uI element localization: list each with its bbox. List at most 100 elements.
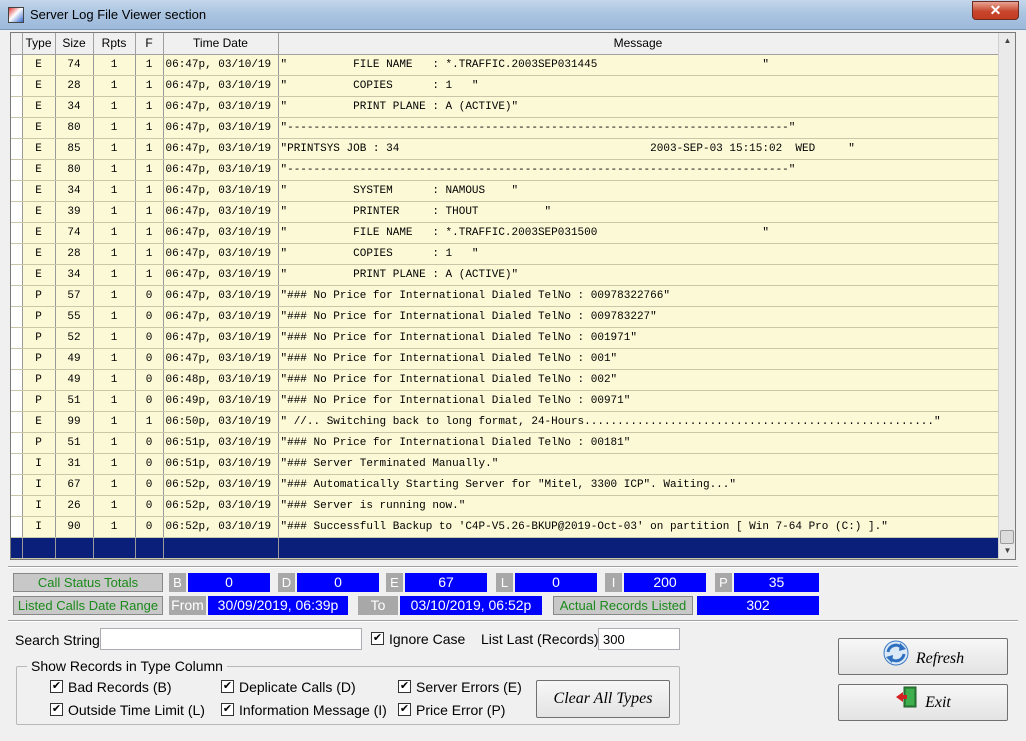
row-selector[interactable]: [11, 306, 23, 328]
col-header-f[interactable]: F: [135, 33, 164, 55]
row-selector[interactable]: [11, 327, 23, 349]
row-rpts: 1: [93, 306, 136, 328]
exit-button[interactable]: Exit: [838, 684, 1008, 721]
table-row[interactable]: E 80 1 1 06:47p, 03/10/19 "------------------…: [11, 117, 999, 139]
scrollbar-thumb[interactable]: [1000, 530, 1014, 544]
row-selector[interactable]: [11, 159, 23, 181]
col-header-message[interactable]: Message: [278, 33, 999, 55]
selected-empty-row[interactable]: [11, 537, 999, 559]
table-row[interactable]: P 49 1 0 06:47p, 03/10/19 "### No Price for I…: [11, 348, 999, 370]
ignore-case-checkbox[interactable]: ✔: [371, 632, 384, 645]
row-rpts: 1: [93, 285, 136, 307]
total-value-b: 0: [188, 573, 270, 592]
row-selector[interactable]: [11, 285, 23, 307]
row-type: E: [22, 117, 56, 139]
scroll-down-icon[interactable]: ▼: [1001, 544, 1014, 558]
table-row[interactable]: E 34 1 1 06:47p, 03/10/19 " SYSTEM : NAMOUS ": [11, 180, 999, 202]
row-selector[interactable]: [11, 390, 23, 412]
table-row[interactable]: I 31 1 0 06:51p, 03/10/19 "### Server Termina…: [11, 453, 999, 475]
row-f: 1: [135, 243, 164, 265]
date-range-label: Listed Calls Date Range: [13, 596, 163, 615]
row-type: E: [22, 264, 56, 286]
row-selector[interactable]: [11, 180, 23, 202]
table-row[interactable]: E 34 1 1 06:47p, 03/10/19 " PRINT PLANE : A (…: [11, 96, 999, 118]
clear-all-types-button[interactable]: Clear All Types: [536, 680, 670, 718]
total-key-p: P: [715, 573, 732, 592]
outside-time-limit-label: Outside Time Limit (L): [68, 702, 205, 718]
row-message: "### No Price for International Dialed T…: [278, 327, 999, 349]
list-last-input[interactable]: [598, 628, 680, 650]
clear-all-types-label: Clear All Types: [553, 690, 653, 707]
server-errors-checkbox[interactable]: ✔: [398, 680, 411, 693]
window-title: Server Log File Viewer section: [30, 7, 207, 22]
scroll-up-icon[interactable]: ▲: [1001, 34, 1014, 48]
price-error-checkbox[interactable]: ✔: [398, 703, 411, 716]
row-selector[interactable]: [11, 495, 23, 517]
table-row[interactable]: E 74 1 1 06:47p, 03/10/19 " FILE NAME : *.TRA…: [11, 222, 999, 244]
search-input[interactable]: [100, 628, 362, 650]
row-f: 1: [135, 201, 164, 223]
row-time-date: 06:48p, 03/10/19: [163, 369, 279, 391]
table-row[interactable]: P 51 1 0 06:51p, 03/10/19 "### No Price for I…: [11, 432, 999, 454]
row-message: "---------------------------------------…: [278, 159, 999, 181]
row-selector[interactable]: [11, 348, 23, 370]
row-selector[interactable]: [11, 75, 23, 97]
vertical-scrollbar[interactable]: ▲ ▼: [998, 33, 1015, 559]
row-time-date: 06:47p, 03/10/19: [163, 159, 279, 181]
col-header-size[interactable]: Size: [55, 33, 94, 55]
table-row[interactable]: P 52 1 0 06:47p, 03/10/19 "### No Price for I…: [11, 327, 999, 349]
table-row[interactable]: P 55 1 0 06:47p, 03/10/19 "### No Price for I…: [11, 306, 999, 328]
row-message: "### Automatically Starting Server for "…: [278, 474, 999, 496]
col-header-time-date[interactable]: Time Date: [163, 33, 279, 55]
table-row[interactable]: P 51 1 0 06:49p, 03/10/19 "### No Price for I…: [11, 390, 999, 412]
outside-time-limit-checkbox[interactable]: ✔: [50, 703, 63, 716]
row-selector[interactable]: [11, 264, 23, 286]
row-selector[interactable]: [11, 54, 23, 76]
row-selector[interactable]: [11, 369, 23, 391]
row-selector[interactable]: [11, 96, 23, 118]
row-selector[interactable]: [11, 201, 23, 223]
table-row[interactable]: E 99 1 1 06:50p, 03/10/19 " //.. Switching ba…: [11, 411, 999, 433]
col-header-rpts[interactable]: Rpts: [93, 33, 136, 55]
row-rpts: 1: [93, 96, 136, 118]
row-selector[interactable]: [11, 222, 23, 244]
row-type: E: [22, 138, 56, 160]
table-row[interactable]: E 28 1 1 06:47p, 03/10/19 " COPIES : 1 ": [11, 243, 999, 265]
table-row[interactable]: E 74 1 1 06:47p, 03/10/19 " FILE NAME : *.TRA…: [11, 54, 999, 76]
row-message: "---------------------------------------…: [278, 117, 999, 139]
table-row[interactable]: I 90 1 0 06:52p, 03/10/19 "### Successfull Ba…: [11, 516, 999, 538]
table-row[interactable]: E 85 1 1 06:47p, 03/10/19 "PRINTSYS JOB : 34 …: [11, 138, 999, 160]
row-type: E: [22, 54, 56, 76]
close-button[interactable]: ✕: [972, 1, 1019, 20]
table-row[interactable]: P 49 1 0 06:48p, 03/10/19 "### No Price for I…: [11, 369, 999, 391]
refresh-button[interactable]: Refresh: [838, 638, 1008, 675]
row-type: E: [22, 201, 56, 223]
table-row[interactable]: P 57 1 0 06:47p, 03/10/19 "### No Price for I…: [11, 285, 999, 307]
row-f: 0: [135, 369, 164, 391]
call-status-totals-label: Call Status Totals: [13, 573, 163, 592]
row-time-date: 06:47p, 03/10/19: [163, 327, 279, 349]
row-f: 0: [135, 432, 164, 454]
row-selector[interactable]: [11, 516, 23, 538]
bad-records-checkbox[interactable]: ✔: [50, 680, 63, 693]
row-selector[interactable]: [11, 243, 23, 265]
information-message-checkbox[interactable]: ✔: [221, 703, 234, 716]
table-row[interactable]: E 80 1 1 06:47p, 03/10/19 "------------------…: [11, 159, 999, 181]
row-selector[interactable]: [11, 117, 23, 139]
duplicate-calls-checkbox[interactable]: ✔: [221, 680, 234, 693]
row-selector[interactable]: [11, 474, 23, 496]
table-row[interactable]: E 34 1 1 06:47p, 03/10/19 " PRINT PLANE : A (…: [11, 264, 999, 286]
row-size: 55: [55, 306, 94, 328]
col-header-type[interactable]: Type: [22, 33, 56, 55]
row-selector[interactable]: [11, 411, 23, 433]
table-row[interactable]: E 28 1 1 06:47p, 03/10/19 " COPIES : 1 ": [11, 75, 999, 97]
row-message: " SYSTEM : NAMOUS ": [278, 180, 999, 202]
table-row[interactable]: I 26 1 0 06:52p, 03/10/19 "### Server is runn…: [11, 495, 999, 517]
log-grid[interactable]: Type Size Rpts F Time Date Message E 74 1 1…: [10, 32, 1016, 560]
row-f: 0: [135, 285, 164, 307]
table-row[interactable]: E 39 1 1 06:47p, 03/10/19 " PRINTER : THOUT ": [11, 201, 999, 223]
table-row[interactable]: I 67 1 0 06:52p, 03/10/19 "### Automatically …: [11, 474, 999, 496]
row-selector[interactable]: [11, 432, 23, 454]
row-selector[interactable]: [11, 453, 23, 475]
row-selector[interactable]: [11, 138, 23, 160]
